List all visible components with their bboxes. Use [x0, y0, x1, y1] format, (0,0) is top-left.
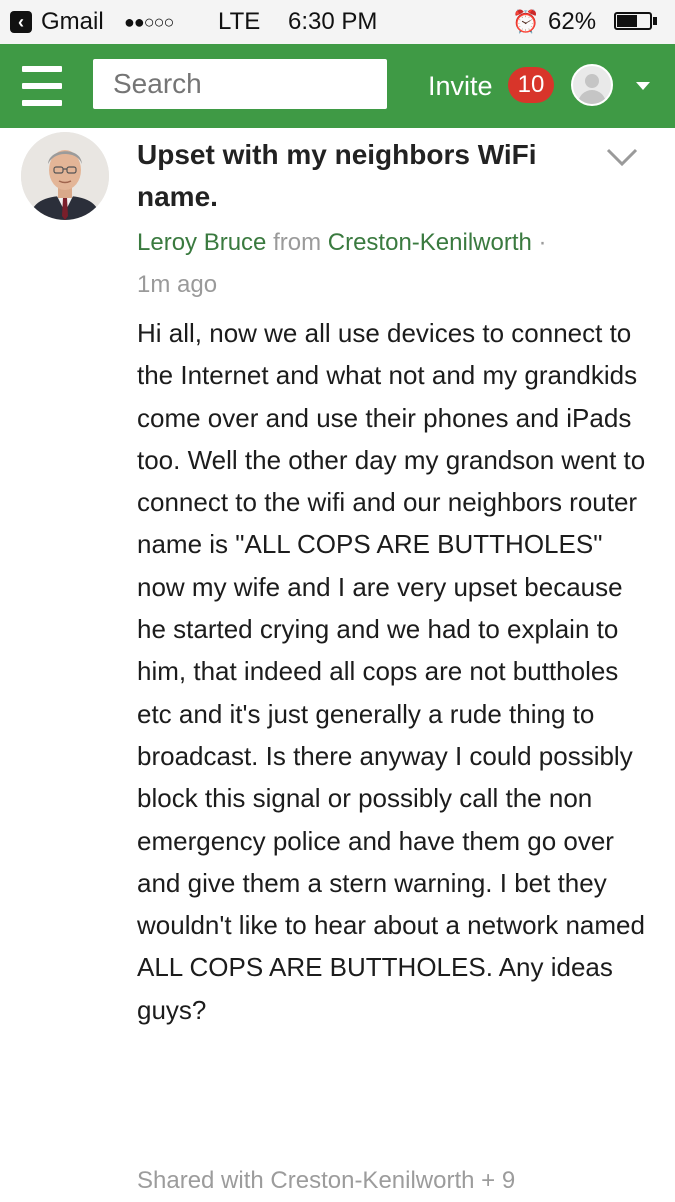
- from-label: from: [273, 229, 322, 256]
- signal-strength-icon: ●●○○○: [124, 12, 174, 32]
- chevron-down-icon[interactable]: [605, 146, 639, 168]
- battery-percent: 62%: [548, 8, 597, 35]
- back-to-app-label[interactable]: Gmail: [41, 0, 104, 44]
- back-arrow-icon[interactable]: ‹: [10, 11, 32, 33]
- alarm-clock-icon: ⏰: [512, 9, 540, 34]
- battery-level-fill: [617, 15, 637, 27]
- post-meta: Leroy Bruce from Creston-Kenilworth · 1m…: [137, 222, 657, 306]
- battery-icon: [614, 12, 652, 30]
- hamburger-menu-icon[interactable]: [22, 66, 62, 106]
- post-body: Hi all, now we all use devices to connec…: [137, 318, 646, 1025]
- status-bar: ‹ Gmail ●●○○○ LTE 6:30 PM ⏰ 62%: [0, 0, 675, 44]
- post-title: Upset with my neighbors WiFi name.: [137, 139, 537, 212]
- invite-count-badge[interactable]: 10: [508, 67, 554, 103]
- profile-avatar[interactable]: [571, 64, 613, 106]
- author-avatar[interactable]: [21, 132, 109, 220]
- author-name-link[interactable]: Leroy Bruce: [137, 229, 266, 256]
- status-time: 6:30 PM: [288, 8, 378, 35]
- app-header: Invite 10: [0, 44, 675, 128]
- neighborhood-link[interactable]: Creston-Kenilworth: [328, 229, 532, 256]
- network-type: LTE: [218, 8, 261, 35]
- invite-button[interactable]: Invite: [428, 44, 493, 128]
- post-timestamp[interactable]: 1m ago: [137, 264, 657, 306]
- meta-separator: ·: [538, 229, 547, 256]
- battery-nub: [653, 17, 657, 25]
- chevron-down-icon[interactable]: [636, 82, 650, 90]
- shared-with-label[interactable]: Shared with Creston-Kenilworth + 9: [137, 1160, 657, 1202]
- search-input[interactable]: [93, 59, 387, 109]
